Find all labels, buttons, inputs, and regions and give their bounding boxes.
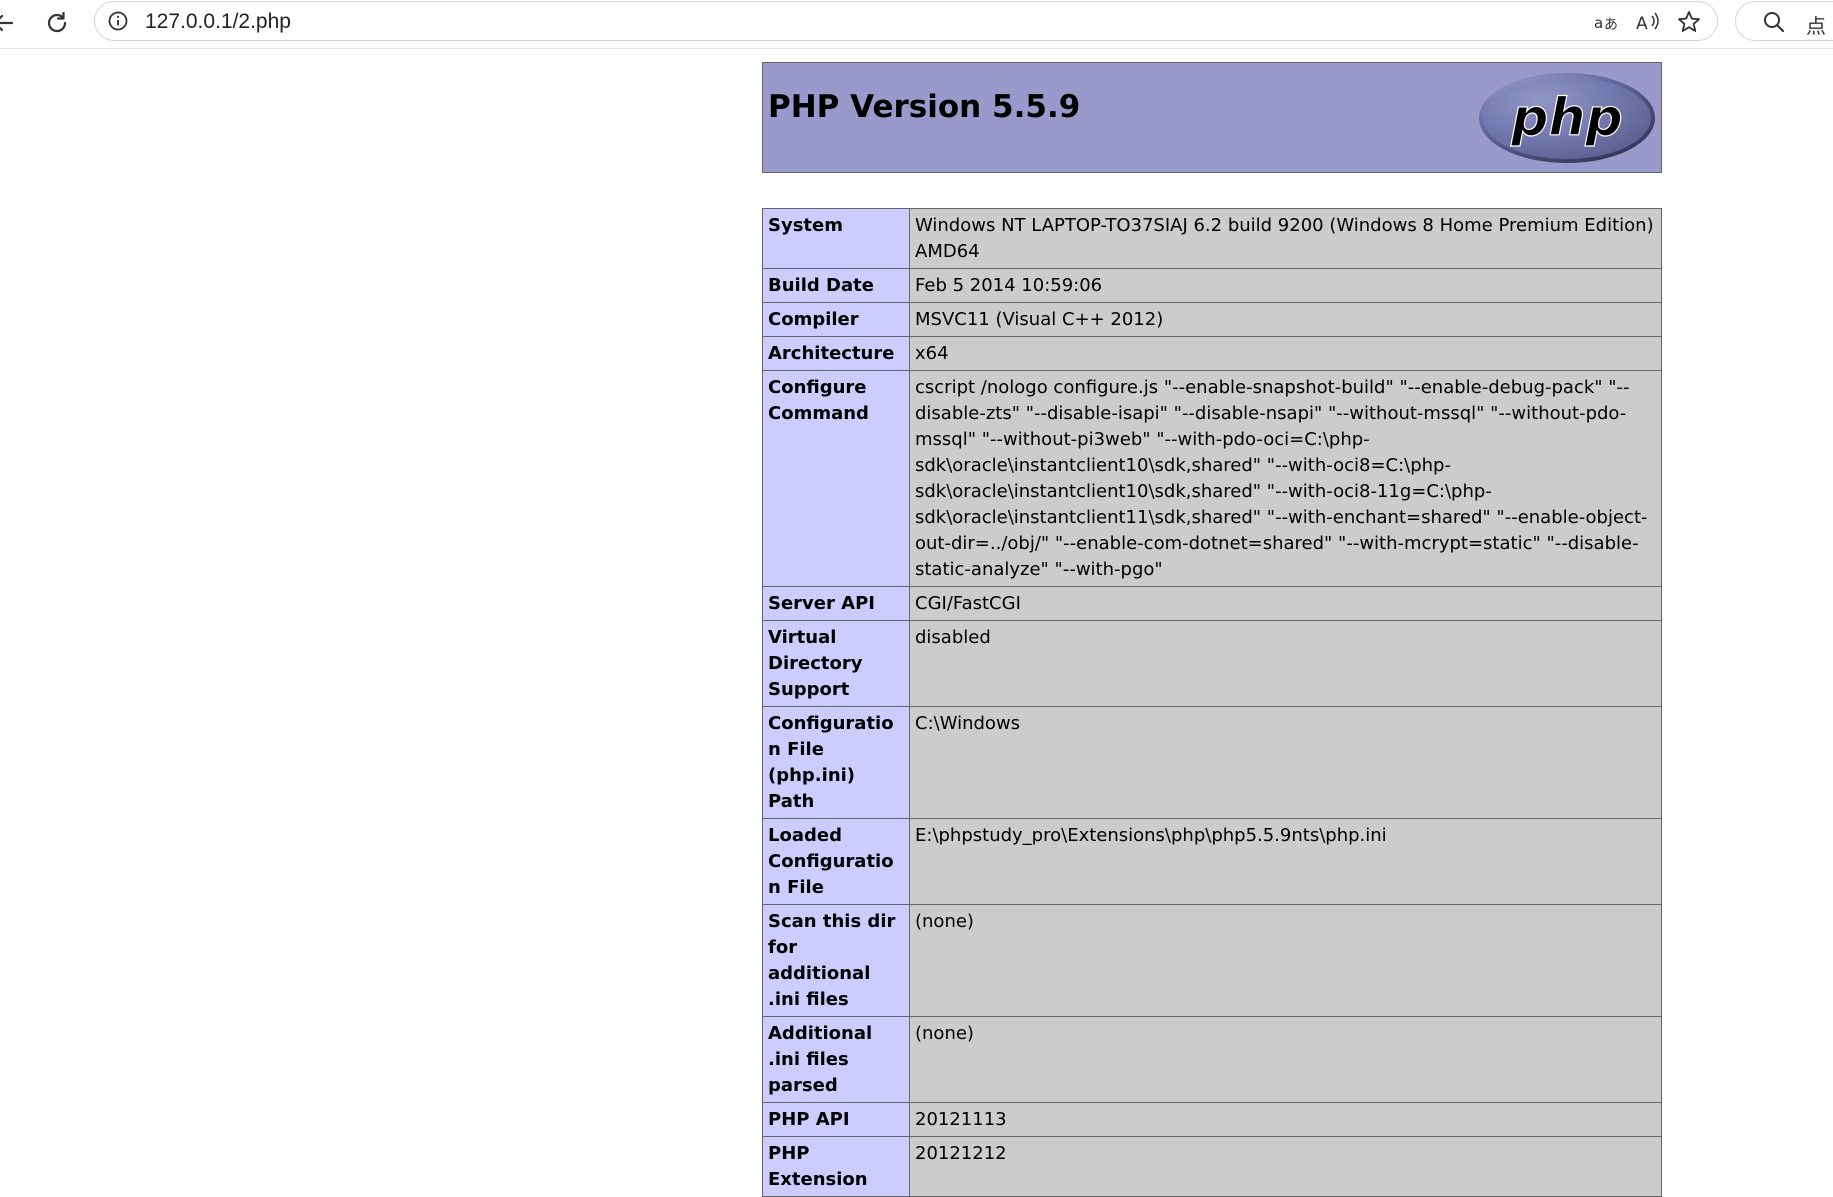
php-logo[interactable]: php [1477,71,1657,165]
url-text[interactable]: 127.0.0.1/2.php [145,10,291,34]
phpinfo-header: PHP Version 5.5.9 php [762,62,1662,173]
row-value: 20121113 [909,1102,1662,1137]
browser-toolbar: 127.0.0.1/2.php aあ A 点 [0,0,1833,49]
info-icon[interactable] [107,10,129,32]
table-row: Virtual Directory Support disabled [762,620,1662,707]
table-row: Build Date Feb 5 2014 10:59:06 [762,268,1662,303]
address-bar[interactable]: 127.0.0.1/2.php aあ A [94,1,1718,41]
phpinfo-table: System Windows NT LAPTOP-TO37SIAJ 6.2 bui… [762,208,1662,1197]
row-value: C:\Windows [909,706,1662,819]
row-key: Additional .ini files parsed [762,1016,910,1103]
row-key: Loaded Configuration File [762,818,910,905]
table-row: Configure Command cscript /nologo configu… [762,370,1662,587]
row-value: disabled [909,620,1662,707]
reload-icon[interactable] [42,8,72,38]
svg-text:あ: あ [1604,17,1618,33]
table-row: Additional .ini files parsed (none) [762,1016,1662,1103]
table-row: PHP API 20121113 [762,1102,1662,1137]
row-key: Virtual Directory Support [762,620,910,707]
row-value: cscript /nologo configure.js "--enable-s… [909,370,1662,587]
row-value: E:\phpstudy_pro\Extensions\php\php5.5.9n… [909,818,1662,905]
row-key: Architecture [762,336,910,371]
phpinfo-container: PHP Version 5.5.9 php System Windows NT L… [762,62,1662,1197]
row-value: MSVC11 (Visual C++ 2012) [909,302,1662,337]
row-key: Configuration File (php.ini) Path [762,706,910,819]
row-key: PHP Extension [762,1136,910,1197]
row-key: Configure Command [762,370,910,587]
table-row: Configuration File (php.ini) Path C:\Wind… [762,706,1662,819]
translate-icon[interactable]: aあ [1593,9,1621,35]
row-key: System [762,208,910,269]
table-row: Architecture x64 [762,336,1662,371]
row-value: x64 [909,336,1662,371]
table-row: PHP Extension 20121212 [762,1136,1662,1197]
php-logo-text: php [1510,88,1622,148]
favorite-star-icon[interactable] [1675,9,1703,35]
row-value: CGI/FastCGI [909,586,1662,621]
search-icon[interactable] [1762,10,1786,34]
svg-text:a: a [1594,14,1603,32]
read-aloud-icon[interactable]: A [1634,9,1662,35]
back-icon[interactable] [0,8,18,38]
table-row: Scan this dir for additional .ini files(… [762,904,1662,1017]
row-value: Feb 5 2014 10:59:06 [909,268,1662,303]
row-key: Build Date [762,268,910,303]
row-key: Server API [762,586,910,621]
row-key: PHP API [762,1102,910,1137]
row-key: Scan this dir for additional .ini files [762,904,910,1017]
row-value: Windows NT LAPTOP-TO37SIAJ 6.2 build 920… [909,208,1662,269]
page-title: PHP Version 5.5.9 [768,89,1081,125]
table-row: System Windows NT LAPTOP-TO37SIAJ 6.2 bui… [762,208,1662,269]
table-row: Compiler MSVC11 (Visual C++ 2012) [762,302,1662,337]
table-row: Loaded Configuration File E:\phpstudy_pro… [762,818,1662,905]
svg-text:A: A [1636,14,1648,34]
sidebar-label[interactable]: 点 [1806,10,1826,39]
row-value: 20121212 [909,1136,1662,1197]
table-row: Server API CGI/FastCGI [762,586,1662,621]
row-value: (none) [909,1016,1662,1103]
sidebar-search-pill[interactable]: 点 [1735,1,1833,41]
row-key: Compiler [762,302,910,337]
row-value: (none) [909,904,1662,1017]
